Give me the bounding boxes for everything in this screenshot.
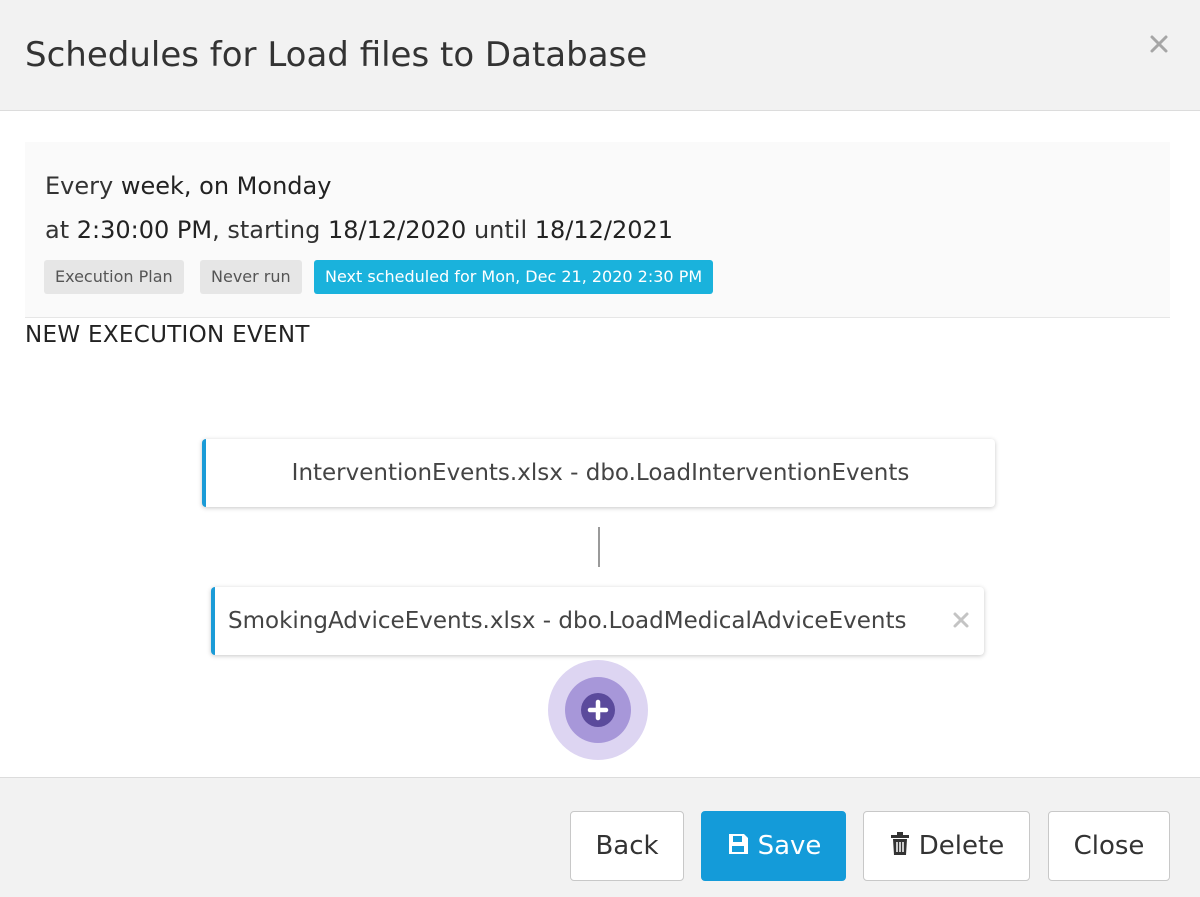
range-prefix: at <box>45 216 77 244</box>
range-mid: , starting <box>212 216 328 244</box>
schedule-range: at 2:30:00 PM, starting 18/12/2020 until… <box>45 215 673 245</box>
close-label: Close <box>1073 831 1145 861</box>
schedule-time: 2:30:00 PM <box>76 216 213 244</box>
close-button[interactable]: Close <box>1048 811 1170 881</box>
remove-step-icon[interactable] <box>950 609 972 631</box>
back-label: Back <box>595 831 659 861</box>
schedule-modal: Schedules for Load files to Database Eve… <box>0 0 1200 897</box>
save-button[interactable]: Save <box>701 811 846 881</box>
add-step-ring <box>565 677 631 743</box>
modal-header: Schedules for Load files to Database <box>0 0 1200 111</box>
back-button[interactable]: Back <box>570 811 684 881</box>
frequency-prefix: Every <box>45 172 121 200</box>
schedule-summary: Every week, on Monday at 2:30:00 PM, sta… <box>25 142 1170 318</box>
section-title: NEW EXECUTION EVENT <box>25 322 310 348</box>
close-icon[interactable] <box>1145 30 1173 58</box>
execution-step-1[interactable]: InterventionEvents.xlsx - dbo.LoadInterv… <box>202 439 995 507</box>
delete-label: Delete <box>918 831 1005 861</box>
frequency-value: week, on Monday <box>120 172 332 200</box>
execution-step-2[interactable]: SmokingAdviceEvents.xlsx - dbo.LoadMedic… <box>211 587 984 655</box>
add-step-button[interactable] <box>548 660 648 760</box>
save-label: Save <box>757 831 822 861</box>
modal-title: Schedules for Load files to Database <box>25 35 648 75</box>
plus-circle-icon <box>581 693 615 727</box>
delete-button[interactable]: Delete <box>863 811 1030 881</box>
execution-plan-badge: Execution Plan <box>44 260 184 294</box>
range-until: until <box>466 216 535 244</box>
run-status-badge: Never run <box>200 260 302 294</box>
execution-step-label: SmokingAdviceEvents.xlsx - dbo.LoadMedic… <box>228 608 907 634</box>
execution-step-label: InterventionEvents.xlsx - dbo.LoadInterv… <box>291 460 910 486</box>
floppy-disk-icon <box>726 832 750 856</box>
flow-connector <box>598 527 600 567</box>
schedule-frequency: Every week, on Monday <box>45 171 331 201</box>
start-date: 18/12/2020 <box>327 216 467 244</box>
next-run-badge: Next scheduled for Mon, Dec 21, 2020 2:3… <box>314 260 714 294</box>
modal-footer: Back Save Delete Close <box>0 777 1200 897</box>
trash-icon <box>889 832 911 856</box>
end-date: 18/12/2021 <box>534 216 674 244</box>
